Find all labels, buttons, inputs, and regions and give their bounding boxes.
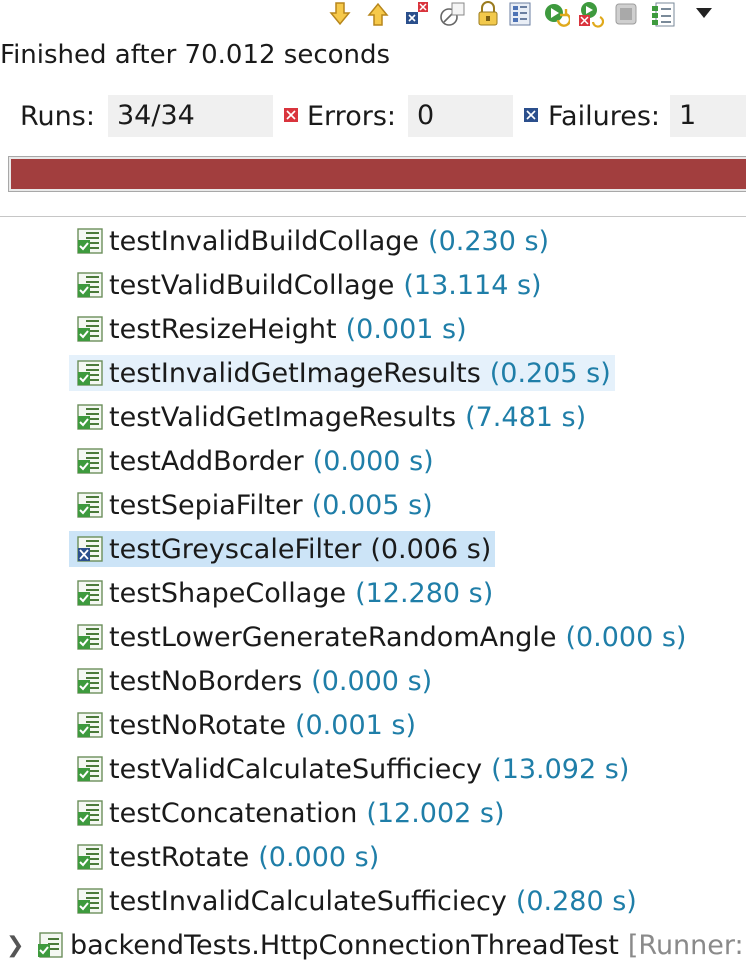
test-row[interactable]: testInvalidBuildCollage (0.230 s) — [75, 223, 549, 259]
test-duration: (0.205 s) — [489, 357, 611, 389]
suite-runner: [Runner: — [627, 929, 744, 961]
test-duration: (13.092 s) — [491, 753, 630, 785]
failures-label: Failures: — [548, 101, 660, 132]
failures-value: 1 — [670, 95, 746, 137]
run-status-text: Finished after 70.012 seconds — [0, 40, 391, 70]
test-duration: (0.280 s) — [515, 885, 637, 917]
test-failed-icon — [75, 534, 105, 564]
test-name: testInvalidGetImageResults — [109, 357, 481, 389]
test-passed-icon — [75, 754, 105, 784]
failure-icon — [524, 108, 538, 122]
test-row[interactable]: testSepiaFilter (0.005 s) — [75, 487, 433, 523]
test-row[interactable]: testResizeHeight (0.001 s) — [75, 311, 467, 347]
test-passed-icon — [75, 578, 105, 608]
suite-passed-icon — [36, 930, 66, 960]
test-passed-icon — [75, 622, 105, 652]
test-name: testRotate — [109, 841, 250, 873]
show-failures-only-icon[interactable] — [403, 0, 431, 28]
test-name: testValidCalculateSufficiecy — [109, 753, 483, 785]
test-name: testInvalidBuildCollage — [109, 225, 420, 257]
test-row[interactable]: testConcatenation (12.002 s) — [75, 795, 505, 831]
rerun-test-icon[interactable] — [542, 0, 570, 28]
test-row[interactable]: testLowerGenerateRandomAngle (0.000 s) — [75, 619, 686, 655]
test-row[interactable]: testValidCalculateSufficiecy (13.092 s) — [75, 751, 629, 787]
test-duration: (13.114 s) — [403, 269, 542, 301]
test-name: testAddBorder — [109, 445, 304, 477]
progress-bar-fill — [11, 159, 746, 189]
test-name: testConcatenation — [109, 797, 358, 829]
runs-value: 34/34 — [108, 95, 273, 137]
suite-name: backendTests.HttpConnectionThreadTest — [70, 929, 619, 961]
test-duration: (0.230 s) — [428, 225, 550, 257]
test-passed-icon — [75, 446, 105, 476]
previous-failure-icon[interactable] — [364, 0, 392, 28]
runs-label: Runs: — [20, 101, 95, 132]
show-skipped-only-icon[interactable] — [438, 0, 466, 28]
test-passed-icon — [75, 666, 105, 696]
test-passed-icon — [75, 314, 105, 344]
expand-chevron-icon[interactable]: ❯ — [6, 933, 36, 958]
error-icon — [284, 108, 298, 122]
test-row[interactable]: testAddBorder (0.000 s) — [75, 443, 434, 479]
test-row[interactable]: testNoBorders (0.000 s) — [75, 663, 432, 699]
test-name: testNoBorders — [109, 665, 303, 697]
test-row[interactable]: testNoRotate (0.001 s) — [75, 707, 416, 743]
test-counters: Runs: 34/34 Errors: 0 Failures: 1 — [0, 95, 746, 139]
test-name: testNoRotate — [109, 709, 286, 741]
test-passed-icon — [75, 490, 105, 520]
suite-row[interactable]: ❯ backendTests.HttpConnectionThreadTest [R… — [0, 927, 744, 963]
test-row[interactable]: testInvalidGetImageResults (0.205 s) — [69, 355, 615, 391]
test-name: testGreyscaleFilter — [109, 533, 362, 565]
stop-icon[interactable] — [612, 0, 640, 28]
test-duration: (0.000 s) — [565, 621, 687, 653]
test-name: testValidGetImageResults — [109, 401, 457, 433]
test-row[interactable]: testInvalidCalculateSufficiecy (0.280 s) — [75, 883, 637, 919]
test-duration: (0.000 s) — [312, 445, 434, 477]
test-duration: (0.001 s) — [345, 313, 467, 345]
test-passed-icon — [75, 226, 105, 256]
test-duration: (0.005 s) — [311, 489, 433, 521]
test-row[interactable]: testValidGetImageResults (7.481 s) — [75, 399, 586, 435]
test-passed-icon — [75, 402, 105, 432]
test-name: testResizeHeight — [109, 313, 337, 345]
divider — [0, 216, 746, 217]
errors-value: 0 — [408, 95, 513, 137]
test-passed-icon — [75, 798, 105, 828]
test-duration: (12.280 s) — [355, 577, 494, 609]
test-row[interactable]: testRotate (0.000 s) — [75, 839, 379, 875]
test-name: testValidBuildCollage — [109, 269, 395, 301]
next-failure-icon[interactable] — [326, 0, 354, 28]
test-duration: (0.000 s) — [311, 665, 433, 697]
view-menu-icon[interactable] — [690, 0, 718, 28]
test-duration: (0.006 s) — [370, 533, 492, 565]
test-duration: (0.001 s) — [294, 709, 416, 741]
test-run-history-icon[interactable] — [650, 0, 678, 28]
test-name: testInvalidCalculateSufficiecy — [109, 885, 507, 917]
junit-toolbar — [326, 0, 746, 32]
test-passed-icon — [75, 358, 105, 388]
test-duration: (12.002 s) — [366, 797, 505, 829]
test-row[interactable]: testValidBuildCollage (13.114 s) — [75, 267, 542, 303]
test-passed-icon — [75, 886, 105, 916]
rerun-failures-first-icon[interactable] — [576, 0, 604, 28]
test-name: testLowerGenerateRandomAngle — [109, 621, 557, 653]
test-duration: (0.000 s) — [258, 841, 380, 873]
test-passed-icon — [75, 270, 105, 300]
test-passed-icon — [75, 842, 105, 872]
test-name: testSepiaFilter — [109, 489, 303, 521]
scroll-lock-icon[interactable] — [474, 0, 502, 28]
test-passed-icon — [75, 710, 105, 740]
test-name: testShapeCollage — [109, 577, 347, 609]
progress-bar — [8, 156, 746, 192]
test-row[interactable]: testGreyscaleFilter (0.006 s) — [69, 531, 495, 567]
test-duration: (7.481 s) — [465, 401, 587, 433]
test-hierarchy-icon[interactable] — [506, 0, 534, 28]
test-row[interactable]: testShapeCollage (12.280 s) — [75, 575, 493, 611]
errors-label: Errors: — [307, 101, 396, 132]
